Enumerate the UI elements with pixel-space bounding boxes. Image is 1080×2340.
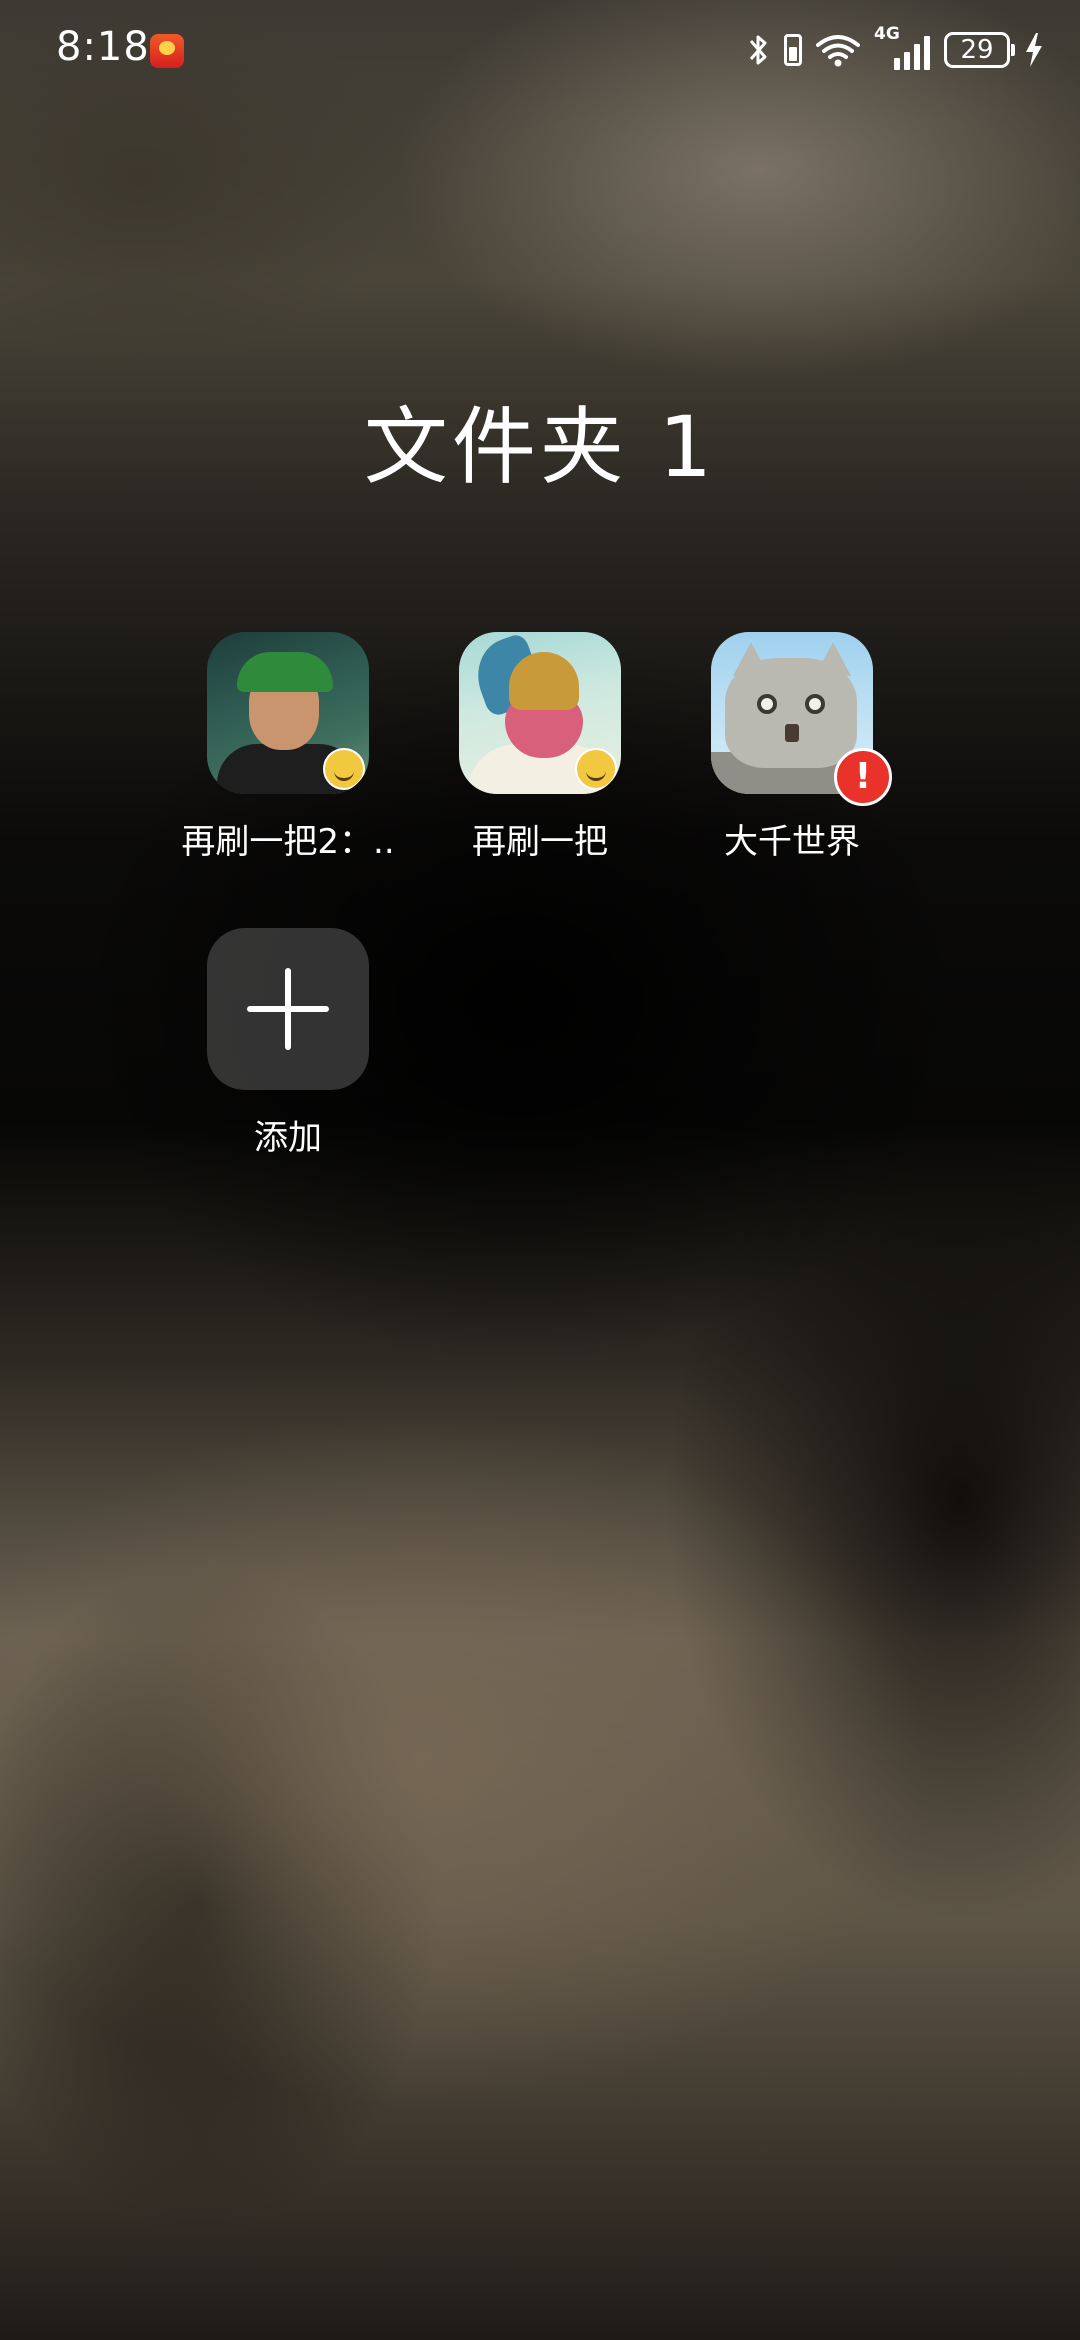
add-label: 添加 — [254, 1118, 322, 1158]
smiley-badge-icon — [323, 748, 365, 790]
status-icons: 4G 29 — [748, 24, 1044, 72]
battery-icon: 29 — [944, 32, 1015, 68]
app-label: 再刷一把 — [472, 822, 608, 862]
green-hat-character-icon[interactable] — [207, 632, 369, 794]
app-daqian-shijie[interactable]: 大千世界 — [662, 632, 922, 863]
app-zaishua-yiba[interactable]: 再刷一把 — [410, 632, 670, 863]
battery-level: 29 — [960, 35, 994, 65]
bluetooth-icon — [749, 35, 767, 65]
app-label: 再刷一把2：.. — [181, 822, 395, 862]
smiley-badge-icon — [575, 748, 617, 790]
app-zaishua-yiba-2[interactable]: 再刷一把2：.. — [158, 632, 418, 863]
status-time: 8:18 — [56, 24, 150, 70]
vibrate-battery-icon — [784, 34, 802, 66]
alert-badge: ! — [834, 748, 892, 806]
pink-hair-knight-icon[interactable] — [459, 632, 621, 794]
add-app-tile[interactable]: 添加 — [158, 928, 418, 1159]
wifi-icon — [816, 35, 860, 67]
app-label: 大千世界 — [724, 822, 860, 862]
red-app-icon — [150, 34, 184, 68]
folder-title[interactable]: 文件夹 1 — [0, 380, 1080, 501]
status-bar: 8:18 4G 29 — [0, 0, 1080, 100]
signal-icon: 4G — [874, 24, 930, 70]
charging-icon — [1026, 33, 1042, 67]
plus-icon[interactable] — [207, 928, 369, 1090]
